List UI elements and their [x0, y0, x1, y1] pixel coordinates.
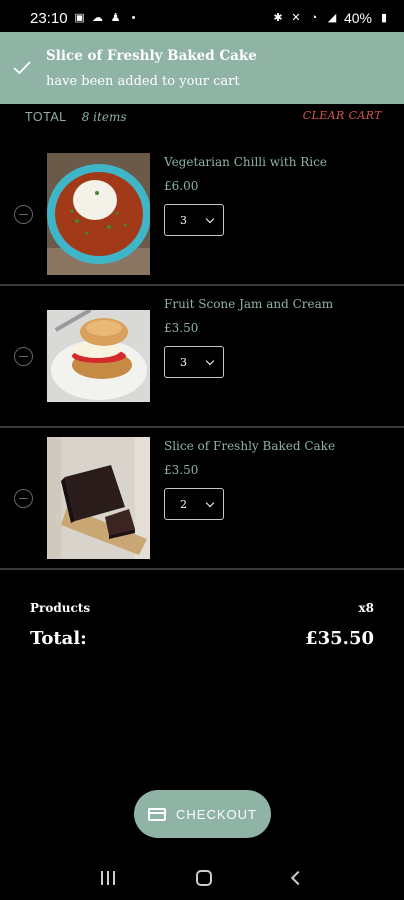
wifi-icon: ◔ — [310, 12, 318, 24]
total-summary-row: Total: £35.50 — [30, 628, 374, 649]
total-label: TOTAL — [25, 109, 67, 124]
check-icon — [0, 61, 44, 75]
quantity-select[interactable]: 2 — [164, 488, 224, 520]
mute-icon: ✕ — [291, 12, 301, 24]
chevron-down-icon — [205, 498, 215, 507]
cart-item: Vegetarian Chilli with Rice £6.00 3 — [0, 144, 404, 286]
quantity-select[interactable]: 3 — [164, 204, 224, 236]
item-count: 8 items — [81, 109, 127, 124]
battery-icon: ▮ — [380, 12, 388, 24]
status-left: 23:10 ▣ ☁ ♟ • — [30, 10, 140, 27]
clear-cart-button[interactable]: CLEAR CART — [303, 109, 382, 122]
chevron-down-icon — [205, 214, 215, 223]
cart-header: TOTAL 8 items CLEAR CART — [0, 104, 404, 126]
item-price: £3.50 — [164, 463, 199, 477]
recents-icon[interactable] — [100, 870, 115, 885]
item-image-cake — [47, 437, 150, 559]
cloud-sync-icon: ☁ — [92, 12, 104, 24]
total-value: £35.50 — [305, 628, 374, 649]
status-time: 23:10 — [30, 9, 68, 27]
battery-level: 40% — [343, 10, 372, 26]
cart-item: Fruit Scone Jam and Cream £3.50 3 — [0, 286, 404, 428]
signal-icon: ◢ — [327, 12, 337, 24]
more-notifications-icon: • — [131, 12, 136, 24]
item-name: Fruit Scone Jam and Cream — [164, 297, 334, 311]
remove-item-icon[interactable] — [14, 489, 33, 508]
quantity-value: 3 — [180, 355, 187, 369]
toast-message: have been added to your cart — [46, 73, 240, 89]
status-bar: 23:10 ▣ ☁ ♟ • ✱ ✕ ◔ ◢ 40% ▮ — [0, 0, 404, 36]
item-price: £3.50 — [164, 321, 199, 335]
quantity-select[interactable]: 3 — [164, 346, 224, 378]
products-summary-row: Products x8 — [30, 601, 374, 615]
notification-icon: ♟ — [110, 12, 121, 24]
item-image-chilli — [47, 153, 150, 275]
status-right: ✱ ✕ ◔ ◢ 40% ▮ — [272, 10, 390, 26]
quantity-value: 3 — [180, 213, 187, 227]
quantity-value: 2 — [180, 497, 187, 511]
total-label: Total: — [30, 628, 87, 649]
toast-title: Slice of Freshly Baked Cake — [46, 47, 257, 64]
chevron-down-icon — [205, 356, 215, 365]
products-count: x8 — [358, 601, 374, 615]
products-label: Products — [30, 601, 91, 615]
toast-text: Slice of Freshly Baked Cake have been ad… — [44, 48, 257, 89]
credit-card-icon — [148, 807, 167, 821]
checkout-button[interactable]: CHECKOUT — [134, 790, 271, 838]
system-nav-bar — [0, 855, 404, 900]
item-name: Vegetarian Chilli with Rice — [164, 155, 327, 169]
item-price: £6.00 — [164, 179, 199, 193]
added-to-cart-toast: Slice of Freshly Baked Cake have been ad… — [0, 32, 404, 104]
item-name: Slice of Freshly Baked Cake — [164, 439, 336, 453]
bluetooth-icon: ✱ — [273, 12, 283, 24]
remove-item-icon[interactable] — [14, 347, 33, 366]
gallery-icon: ▣ — [74, 12, 85, 24]
checkout-label: CHECKOUT — [176, 806, 257, 822]
back-icon[interactable] — [291, 870, 306, 885]
cart-total-summary: TOTAL 8 items — [25, 106, 126, 125]
home-icon[interactable] — [195, 869, 212, 886]
item-image-scone — [47, 310, 150, 402]
cart-item: Slice of Freshly Baked Cake £3.50 2 — [0, 428, 404, 570]
remove-item-icon[interactable] — [14, 205, 33, 224]
